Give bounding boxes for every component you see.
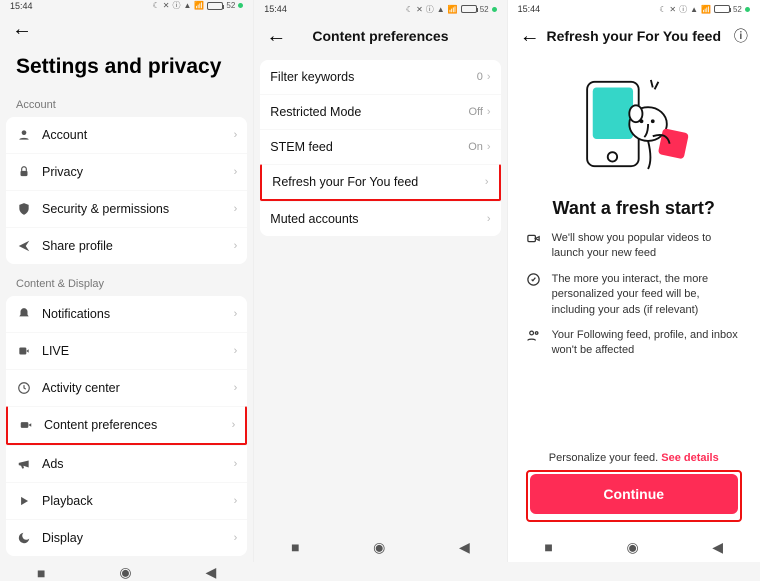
row-account[interactable]: Account › (6, 117, 247, 153)
people-icon (526, 328, 542, 359)
person-icon (16, 127, 32, 143)
chevron-right-icon: › (234, 166, 238, 178)
system-nav: ■ ◉ ◀ (254, 532, 506, 562)
back-icon[interactable]: ← (520, 26, 538, 46)
chevron-right-icon: › (234, 240, 238, 252)
header: ← Content preferences (254, 18, 506, 54)
section-header-account: Account (0, 93, 253, 117)
chevron-right-icon: › (234, 345, 238, 357)
system-nav: ■ ◉ ◀ (508, 532, 760, 562)
chevron-right-icon: › (487, 213, 491, 225)
share-icon (16, 238, 32, 254)
chevron-right-icon: › (234, 382, 238, 394)
row-live[interactable]: LIVE › (6, 332, 247, 369)
header: ← (0, 11, 253, 47)
page-title: Settings and privacy (0, 47, 253, 93)
chevron-right-icon: › (487, 106, 491, 118)
illustration (526, 64, 742, 184)
chevron-right-icon: › (487, 71, 491, 83)
nav-recent-icon[interactable]: ■ (37, 565, 45, 581)
row-display[interactable]: Display › (6, 519, 247, 556)
heading: Want a fresh start? (526, 198, 742, 219)
nav-home-icon[interactable]: ◉ (119, 564, 131, 581)
system-nav: ■ ◉ ◀ (0, 564, 253, 581)
megaphone-icon (16, 456, 32, 472)
page-title: Content preferences (284, 28, 476, 44)
chevron-right-icon: › (234, 458, 238, 470)
row-share-profile[interactable]: Share profile › (6, 227, 247, 264)
bell-icon (16, 306, 32, 322)
screen-refresh-feed: 15:44 ☾✕ⓘ▲📶 52 ← Refresh your For You fe… (507, 0, 760, 562)
back-icon[interactable]: ← (12, 19, 30, 39)
row-ads[interactable]: Ads › (6, 445, 247, 482)
chevron-right-icon: › (234, 532, 238, 544)
chevron-right-icon: › (232, 419, 236, 431)
row-content-preferences[interactable]: Content preferences › (6, 406, 247, 445)
continue-button[interactable]: Continue (530, 474, 738, 514)
see-details-link[interactable]: See details (661, 452, 718, 464)
row-filter-keywords[interactable]: Filter keywords 0 › (260, 60, 500, 94)
row-privacy[interactable]: Privacy › (6, 153, 247, 190)
lock-icon (16, 164, 32, 180)
bullet-popular-videos: We'll show you popular videos to launch … (526, 231, 742, 262)
page-title: Refresh your For You feed (538, 28, 730, 44)
footnote: Personalize your feed. See details (526, 446, 742, 470)
live-icon (16, 343, 32, 359)
row-restricted-mode[interactable]: Restricted Mode Off › (260, 94, 500, 129)
back-icon[interactable]: ← (266, 26, 284, 46)
nav-recent-icon[interactable]: ■ (291, 539, 299, 555)
nav-recent-icon[interactable]: ■ (544, 539, 552, 555)
row-refresh-feed[interactable]: Refresh your For You feed › (260, 164, 500, 201)
chevron-right-icon: › (485, 176, 489, 188)
header: ← Refresh your For You feed ⓘ (508, 18, 760, 54)
section-header-content: Content & Display (0, 272, 253, 296)
chevron-right-icon: › (487, 141, 491, 153)
bullet-personalized: The more you interact, the more personal… (526, 272, 742, 318)
info-icon[interactable]: ⓘ (730, 26, 748, 46)
screen-content-prefs: 15:44 ☾✕ⓘ▲📶 52 ← Content preferences Fil… (253, 0, 506, 562)
nav-home-icon[interactable]: ◉ (373, 539, 385, 556)
row-stem-feed[interactable]: STEM feed On › (260, 129, 500, 164)
status-bar: 15:44 ☾✕ⓘ▲📶 52 (254, 0, 506, 18)
row-notifications[interactable]: Notifications › (6, 296, 247, 332)
play-icon (16, 493, 32, 509)
target-icon (526, 272, 542, 318)
status-bar: 15:44 ☾✕ⓘ▲📶 52 (0, 0, 253, 11)
shield-icon (16, 201, 32, 217)
row-security[interactable]: Security & permissions › (6, 190, 247, 227)
screen-settings: 15:44 ☾✕ⓘ▲📶 52 ← Settings and privacy Ac… (0, 0, 253, 562)
moon-icon (16, 530, 32, 546)
video-icon (526, 231, 542, 262)
bullet-not-affected: Your Following feed, profile, and inbox … (526, 328, 742, 359)
nav-back-icon[interactable]: ◀ (712, 539, 723, 556)
chevron-right-icon: › (234, 495, 238, 507)
chevron-right-icon: › (234, 203, 238, 215)
activity-icon (16, 380, 32, 396)
status-bar: 15:44 ☾✕ⓘ▲📶 52 (508, 0, 760, 18)
row-playback[interactable]: Playback › (6, 482, 247, 519)
chevron-right-icon: › (234, 129, 238, 141)
row-activity-center[interactable]: Activity center › (6, 369, 247, 406)
row-muted-accounts[interactable]: Muted accounts › (260, 201, 500, 236)
chevron-right-icon: › (234, 308, 238, 320)
nav-home-icon[interactable]: ◉ (626, 539, 638, 556)
video-icon (18, 417, 34, 433)
nav-back-icon[interactable]: ◀ (206, 564, 217, 581)
nav-back-icon[interactable]: ◀ (459, 539, 470, 556)
